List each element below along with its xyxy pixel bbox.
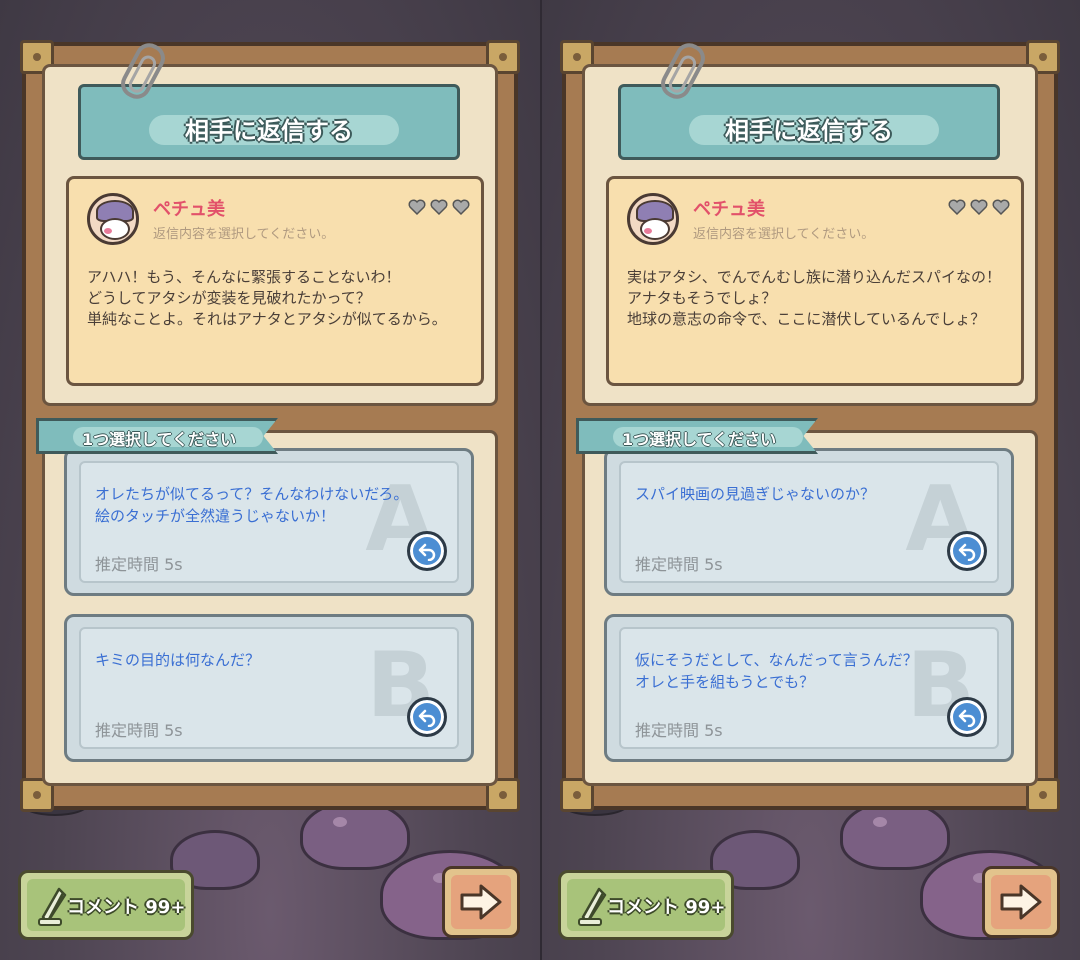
- avatar-cheek: [644, 228, 652, 234]
- game-screen-left: 相手に返信する ペチュ美 返信内容を選択してください。 アハハ！もう、そんなに緊…: [0, 0, 540, 960]
- reply-button[interactable]: [947, 697, 987, 737]
- heart-icon: [991, 197, 1011, 217]
- message-card: ペチュ美 返信内容を選択してください。 実はアタシ、でんでんむし族に潜り込んだス…: [606, 176, 1024, 386]
- next-button[interactable]: [442, 866, 520, 938]
- background-mushroom: [300, 800, 410, 870]
- option-text: 仮にそうだとして、なんだって言うんだ？ オレと手を組もうとでも？: [635, 651, 918, 691]
- reply-option-a[interactable]: A オレたちが似てるって？そんなわけないだろ。 絵のタッチが全然違うじゃないか！…: [64, 448, 474, 596]
- next-button[interactable]: [982, 866, 1060, 938]
- reply-board: 相手に返信する ペチュ美 返信内容を選択してください。 実はアタシ、でんでんむし…: [560, 40, 1060, 812]
- reply-option-b[interactable]: B キミの目的は何なんだ？ 推定時間 5s: [64, 614, 474, 762]
- sender-hint: 返信内容を選択してください。: [693, 227, 875, 242]
- avatar-cheek: [104, 228, 112, 234]
- message-text: 実はアタシ、でんでんむし族に潜り込んだスパイなの！ アナタもそうでしょ？ 地球の…: [627, 268, 1001, 328]
- option-time: 推定時間 5s: [95, 555, 183, 574]
- avatar: [87, 193, 139, 245]
- page-title: 相手に返信する: [725, 117, 893, 145]
- heart-icon: [451, 197, 471, 217]
- reply-arrow-icon: [958, 543, 976, 561]
- quill-icon: [38, 887, 67, 926]
- comment-label: コメント 99+: [607, 897, 726, 918]
- select-prompt: 1つ選択してください: [82, 430, 237, 449]
- comment-button[interactable]: コメント 99+: [18, 870, 194, 940]
- reply-option-b[interactable]: B 仮にそうだとして、なんだって言うんだ？ オレと手を組もうとでも？ 推定時間 …: [604, 614, 1014, 762]
- message-text: アハハ！もう、そんなに緊張することないわ！ どうしてアタシが変装を見破れたかって…: [87, 268, 447, 328]
- sender-name: ペチュ美: [693, 199, 765, 220]
- sender-hint: 返信内容を選択してください。: [153, 227, 335, 242]
- reply-button[interactable]: [407, 697, 447, 737]
- heart-icon: [407, 197, 427, 217]
- heart-icon: [429, 197, 449, 217]
- sender-name: ペチュ美: [153, 199, 225, 220]
- affinity-hearts: [407, 197, 471, 217]
- quill-icon: [578, 887, 607, 926]
- comment-button[interactable]: コメント 99+: [558, 870, 734, 940]
- message-card: ペチュ美 返信内容を選択してください。 アハハ！もう、そんなに緊張することないわ…: [66, 176, 484, 386]
- reply-board: 相手に返信する ペチュ美 返信内容を選択してください。 アハハ！もう、そんなに緊…: [20, 40, 520, 812]
- heart-icon: [969, 197, 989, 217]
- reply-button[interactable]: [947, 531, 987, 571]
- reply-button[interactable]: [407, 531, 447, 571]
- page-title: 相手に返信する: [185, 117, 353, 145]
- avatar: [627, 193, 679, 245]
- option-text: オレたちが似てるって？そんなわけないだろ。 絵のタッチが全然違うじゃないか！: [95, 485, 409, 525]
- select-prompt: 1つ選択してください: [622, 430, 777, 449]
- heart-icon: [947, 197, 967, 217]
- option-time: 推定時間 5s: [635, 555, 723, 574]
- game-screen-right: 相手に返信する ペチュ美 返信内容を選択してください。 実はアタシ、でんでんむし…: [540, 0, 1080, 960]
- reply-option-a[interactable]: A スパイ映画の見過ぎじゃないのか？ 推定時間 5s: [604, 448, 1014, 596]
- option-time: 推定時間 5s: [635, 721, 723, 740]
- reply-arrow-icon: [418, 543, 436, 561]
- right-arrow-icon: [460, 884, 502, 920]
- option-text: スパイ映画の見過ぎじゃないのか？: [635, 485, 876, 503]
- reply-arrow-icon: [418, 709, 436, 727]
- right-arrow-icon: [1000, 884, 1042, 920]
- affinity-hearts: [947, 197, 1011, 217]
- comment-label: コメント 99+: [67, 897, 186, 918]
- background-mushroom: [840, 800, 950, 870]
- option-text: キミの目的は何なんだ？: [95, 651, 261, 669]
- reply-arrow-icon: [958, 709, 976, 727]
- option-time: 推定時間 5s: [95, 721, 183, 740]
